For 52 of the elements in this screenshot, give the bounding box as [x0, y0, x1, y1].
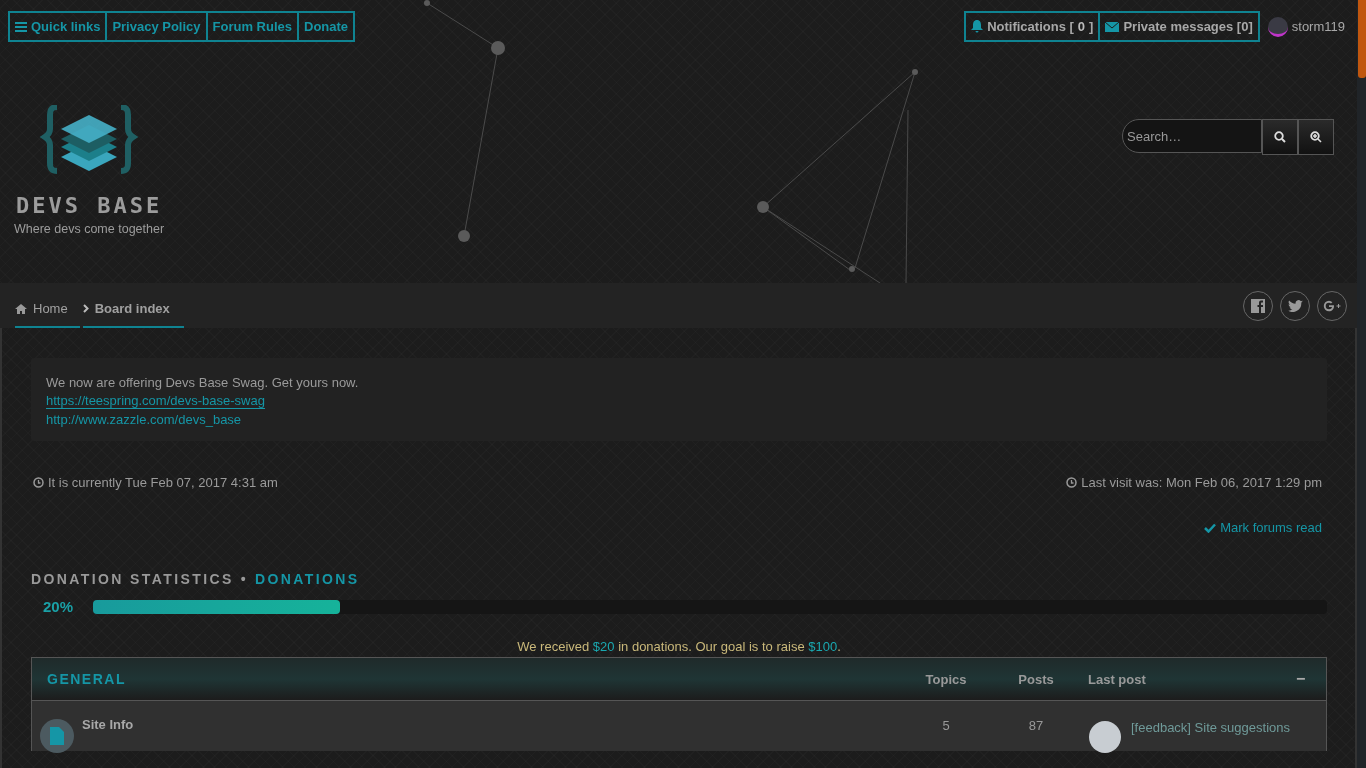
breadcrumb-link[interactable]: Home — [15, 291, 80, 328]
last-visit-time: Last visit was: Mon Feb 06, 2017 1:29 pm — [1081, 475, 1322, 490]
collapse-button[interactable]: − — [1296, 670, 1326, 688]
nav-link[interactable]: Donate — [297, 13, 354, 40]
username[interactable]: storm119 — [1291, 19, 1345, 34]
announcement-text: We now are offering Devs Base Swag. Get yours now. — [46, 375, 360, 390]
avatar-icon — [1089, 721, 1121, 753]
nav-link[interactable]: Privacy Policy — [105, 13, 206, 40]
donation-message: We received $20 in donations. Our goal is to raise $100. — [517, 639, 841, 654]
clock-icon — [1066, 477, 1078, 488]
logo-icon — [39, 105, 140, 177]
topic-count: 5 — [941, 717, 951, 735]
forum-icon — [40, 719, 74, 753]
zoom-in-icon — [1310, 131, 1322, 143]
site-name[interactable]: DEVS BASE — [15, 193, 163, 218]
envelope-icon — [1105, 21, 1120, 32]
column-header: Posts — [1017, 671, 1055, 687]
nav-link[interactable]: Quick links — [10, 13, 106, 40]
announcement-link[interactable]: http://www.zazzle.com/devs_base — [46, 412, 242, 427]
nav-link[interactable]: Forum Rules — [205, 13, 297, 40]
bird-icon — [1287, 299, 1303, 312]
chevron-icon — [82, 304, 89, 313]
forum-title[interactable]: Site Info — [82, 717, 134, 732]
column-header: Topics — [924, 671, 968, 687]
google-plus-icon — [1323, 299, 1341, 312]
search-field[interactable]: Search… — [1122, 119, 1262, 153]
donations-link[interactable]: DONATIONS — [255, 571, 360, 587]
clock-icon — [33, 477, 44, 488]
current-time: It is currently Tue Feb 07, 2017 4:31 am — [48, 475, 278, 490]
category-title[interactable]: GENERAL — [47, 671, 901, 687]
advanced-search-button[interactable] — [1298, 119, 1334, 155]
bell-icon — [971, 20, 984, 33]
private-messages-link[interactable]: Private messages [0] — [1098, 13, 1258, 40]
scrollbar[interactable] — [1357, 0, 1366, 768]
donation-heading: DONATION STATISTICS — [31, 571, 234, 587]
menu-icon — [15, 21, 27, 32]
checkmark-icon — [1204, 522, 1217, 533]
breadcrumb-link[interactable]: Board index — [82, 291, 184, 328]
search-icon — [1274, 131, 1286, 143]
donation-percent: 20% — [43, 598, 75, 615]
home-icon — [15, 303, 27, 314]
separator-dot: • — [240, 571, 249, 587]
last-post-link[interactable]: [feedback] Site suggestions — [1131, 720, 1290, 753]
avatar-icon[interactable] — [1267, 16, 1288, 37]
mark-forums-read-link[interactable]: Mark forums read — [1204, 520, 1322, 535]
post-count: 87 — [1027, 717, 1045, 735]
notifications-link[interactable]: Notifications [ 0 ] — [966, 13, 1099, 40]
column-header: Last post — [1087, 671, 1147, 687]
announcement-link[interactable]: https://teespring.com/devs-base-swag — [46, 393, 265, 409]
site-tagline: Where devs come together — [14, 222, 165, 236]
search-button[interactable] — [1262, 119, 1298, 155]
facebook-icon — [1251, 298, 1265, 313]
